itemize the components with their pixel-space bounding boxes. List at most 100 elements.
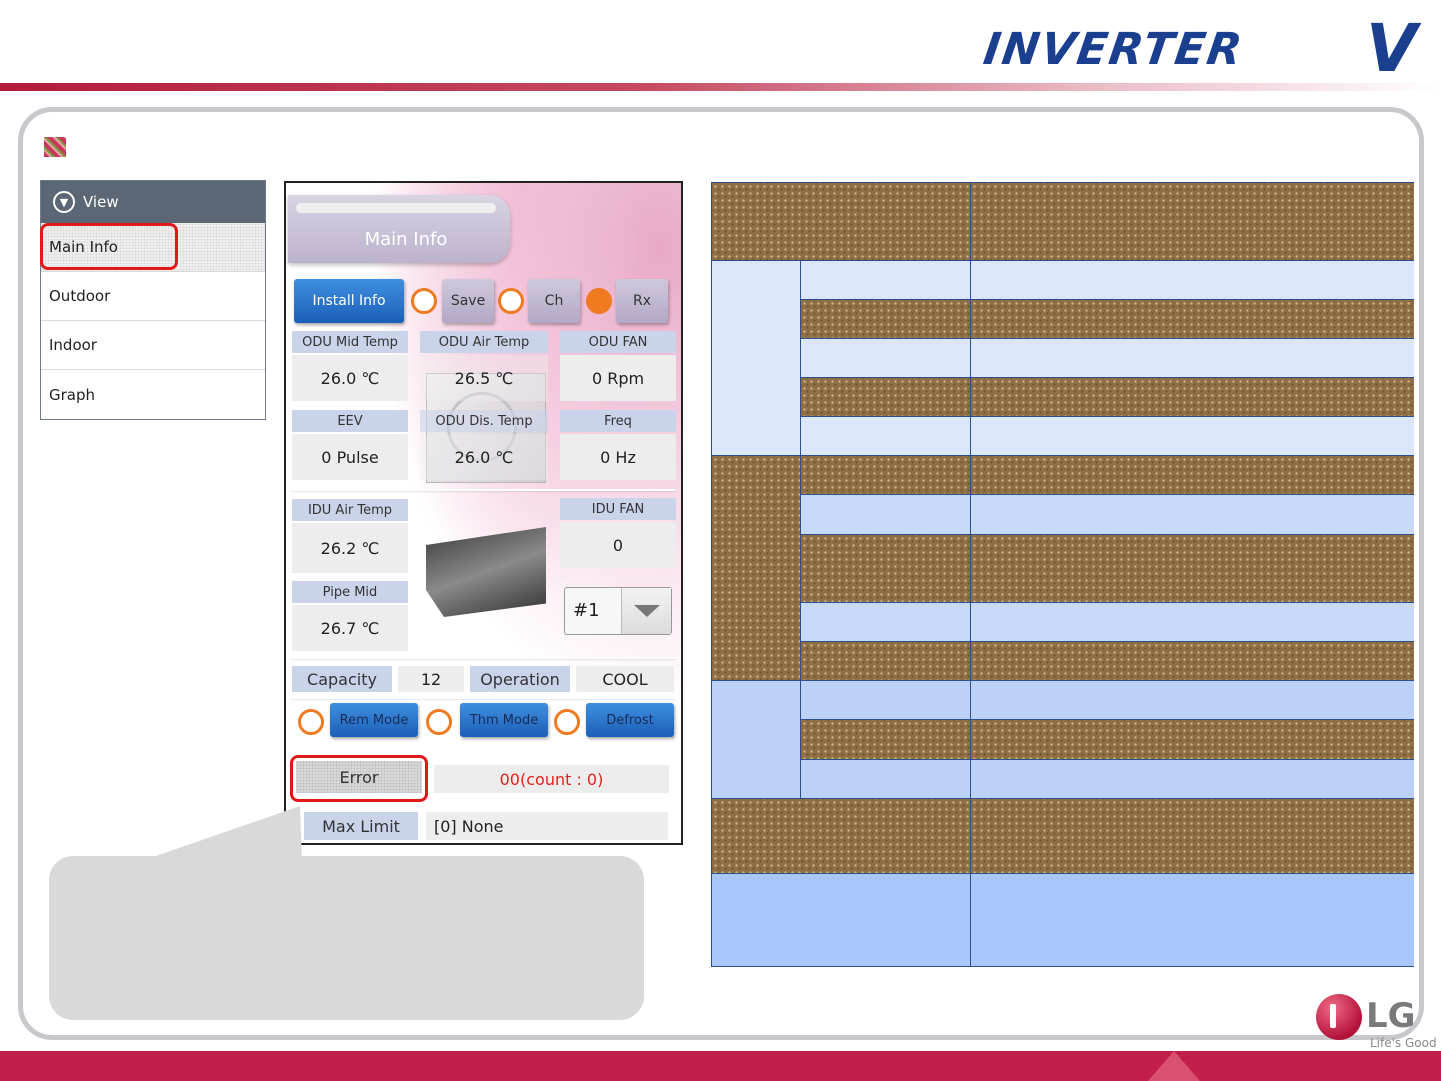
table-cell	[971, 874, 1414, 966]
table-cell	[801, 495, 971, 535]
capacity-label: Capacity	[292, 666, 392, 692]
table-cell	[712, 874, 971, 966]
brand-word: INVERTER	[980, 24, 1247, 75]
table-cell	[801, 300, 971, 339]
table-cell	[971, 799, 1414, 874]
unit-select-value: #1	[573, 600, 600, 621]
idu-fan-label: IDU FAN	[560, 498, 676, 520]
table-cell	[801, 681, 971, 720]
rx-indicator-icon	[586, 288, 612, 314]
error-highlight	[290, 755, 428, 802]
eev-value: 0 Pulse	[292, 434, 408, 480]
slide: INVERTER V ▼ View Main Info Outdoor Indo…	[0, 0, 1441, 1081]
pipe-mid-value: 26.7 ℃	[292, 605, 408, 651]
table-cell	[971, 603, 1414, 642]
operation-value: COOL	[576, 666, 674, 692]
rx-button[interactable]: Rx	[616, 279, 668, 323]
thm-mode-indicator-icon	[426, 709, 452, 735]
table-cell	[971, 378, 1414, 417]
brand-v: V	[1366, 10, 1418, 87]
capacity-value: 12	[398, 666, 464, 692]
menu-item-outdoor[interactable]: Outdoor	[41, 272, 265, 321]
view-menu-header[interactable]: ▼ View	[41, 181, 265, 223]
table-cell	[801, 378, 971, 417]
table-group-cell	[712, 456, 801, 681]
menu-item-label: Outdoor	[49, 287, 111, 305]
install-info-button[interactable]: Install Info	[294, 279, 404, 323]
save-button[interactable]: Save	[442, 279, 494, 323]
reference-table	[711, 182, 1414, 967]
view-menu: ▼ View Main Info Outdoor Indoor Graph	[40, 180, 266, 420]
table-cell	[801, 760, 971, 799]
menu-item-graph[interactable]: Graph	[41, 370, 265, 419]
section-divider	[290, 657, 675, 659]
table-cell	[971, 760, 1414, 799]
operation-label: Operation	[470, 666, 570, 692]
ch-button[interactable]: Ch	[528, 279, 580, 323]
table-cell	[801, 720, 971, 760]
chevron-down-icon[interactable]	[621, 588, 671, 634]
table-cell	[801, 642, 971, 681]
max-limit-label: Max Limit	[304, 812, 418, 840]
table-cell	[971, 300, 1414, 339]
table-cell	[971, 535, 1414, 603]
callout-box	[49, 856, 644, 1020]
panel-title: Main Info	[364, 229, 448, 250]
slide-marker-icon	[44, 137, 66, 157]
odu-air-temp-value: 26.5 ℃	[420, 355, 548, 401]
idu-air-temp-label: IDU Air Temp	[292, 499, 408, 521]
error-value: 00(count : 0)	[434, 765, 669, 793]
table-cell	[971, 339, 1414, 378]
rem-mode-button[interactable]: Rem Mode	[330, 703, 418, 737]
odu-dis-temp-label: ODU Dis. Temp	[420, 410, 548, 432]
menu-item-indoor[interactable]: Indoor	[41, 321, 265, 370]
ch-indicator-icon	[498, 288, 524, 314]
odu-mid-temp-label: ODU Mid Temp	[292, 331, 408, 353]
odu-fan-label: ODU FAN	[560, 331, 676, 353]
section-divider	[290, 697, 675, 699]
section-divider	[290, 489, 675, 491]
table-group-cell	[712, 261, 801, 456]
freq-value: 0 Hz	[560, 434, 676, 480]
rem-mode-indicator-icon	[298, 709, 324, 735]
chevron-down-icon: ▼	[53, 191, 75, 213]
table-cell	[971, 456, 1414, 495]
indoor-unit-select[interactable]: #1	[564, 587, 672, 635]
menu-item-label: Indoor	[49, 336, 97, 354]
table-header-cell	[712, 183, 971, 261]
odu-fan-value: 0 Rpm	[560, 355, 676, 401]
thm-mode-button[interactable]: Thm Mode	[460, 703, 548, 737]
table-cell	[801, 456, 971, 495]
lg-logo-text: LG	[1366, 996, 1416, 1036]
table-cell	[801, 603, 971, 642]
idu-air-temp-value: 26.2 ℃	[292, 523, 408, 573]
defrost-button[interactable]: Defrost	[586, 703, 674, 737]
table-cell	[971, 495, 1414, 535]
odu-dis-temp-value: 26.0 ℃	[420, 434, 548, 480]
table-group-cell	[712, 681, 801, 799]
lg-face-icon	[1316, 994, 1362, 1040]
defrost-indicator-icon	[554, 709, 580, 735]
footer-bar	[0, 1051, 1441, 1081]
main-info-highlight	[40, 223, 178, 270]
save-indicator-icon	[411, 288, 437, 314]
header-divider	[0, 83, 1441, 91]
pipe-mid-label: Pipe Mid	[292, 581, 408, 603]
table-cell	[971, 417, 1414, 456]
idu-fan-value: 0	[560, 522, 676, 568]
table-cell	[971, 681, 1414, 720]
odu-mid-temp-value: 26.0 ℃	[292, 355, 408, 401]
view-menu-title: View	[83, 193, 119, 211]
table-cell	[712, 799, 971, 874]
freq-label: Freq	[560, 410, 676, 432]
lg-tagline: Life's Good	[1370, 1036, 1437, 1050]
tab-slot	[296, 203, 496, 213]
max-limit-row: Max Limit [0] None	[302, 812, 682, 844]
max-limit-value: [0] None	[426, 812, 668, 840]
table-cell	[801, 261, 971, 300]
table-cell	[971, 720, 1414, 760]
main-info-panel: Main Info Install Info Save Ch Rx ODU Mi…	[284, 181, 683, 845]
menu-item-label: Graph	[49, 385, 96, 404]
odu-air-temp-label: ODU Air Temp	[420, 331, 548, 353]
table-cell	[801, 339, 971, 378]
